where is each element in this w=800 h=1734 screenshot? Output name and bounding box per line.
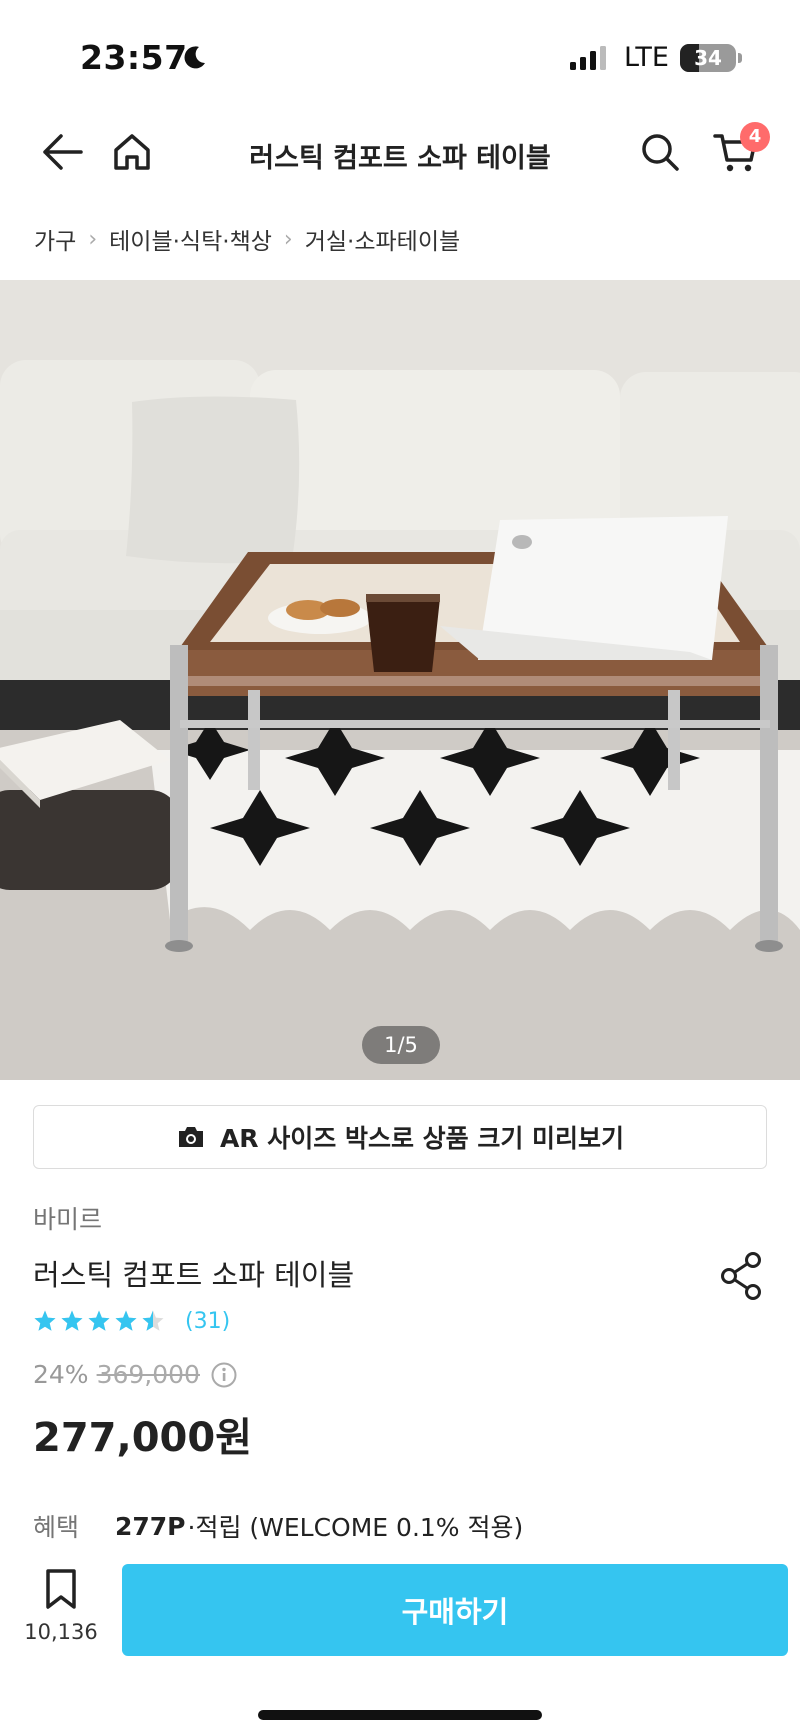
product-photo-illustration [0, 280, 800, 1080]
signal-icon [570, 46, 606, 70]
breadcrumb-item-category[interactable]: 가구 [34, 222, 76, 256]
image-counter: 1/5 [362, 1026, 440, 1064]
original-price: 369,000 [96, 1360, 200, 1389]
status-bar: 23:57 LTE 34 [0, 0, 800, 110]
breadcrumb-item-subcategory[interactable]: 테이블·식탁·책상 [109, 222, 272, 256]
buy-button[interactable]: 구매하기 [122, 1564, 788, 1656]
sale-price: 277,000원 [33, 1415, 252, 1461]
benefit-row: 혜택 277P ·적립 (WELCOME 0.1% 적용) [33, 1508, 523, 1544]
moon-icon [184, 46, 205, 69]
ar-size-preview-button[interactable]: AR 사이즈 박스로 상품 크기 미리보기 [33, 1105, 767, 1169]
product-image[interactable] [0, 280, 800, 1080]
home-icon [114, 134, 150, 170]
chevron-right-icon: › [88, 226, 98, 252]
star-icon [61, 1310, 83, 1331]
brand-name[interactable]: 바미르 [33, 1200, 102, 1236]
battery-level: 34 [694, 46, 722, 70]
product-name: 러스틱 컴포트 소파 테이블 [33, 1258, 355, 1292]
bookmark-icon [46, 1569, 76, 1609]
star-icon [88, 1310, 110, 1331]
bottom-bar: 10,136 구매하기 [0, 1560, 800, 1734]
app-header: 러스틱 컴포트 소파 테이블 4 [0, 110, 800, 200]
breadcrumb-item-current[interactable]: 거실·소파테이블 [305, 222, 460, 256]
benefit-text: ·적립 (WELCOME 0.1% 적용) [187, 1513, 524, 1542]
discount-rate: 24% [33, 1360, 89, 1389]
info-icon[interactable] [210, 1361, 238, 1389]
battery-cap [738, 53, 742, 63]
home-button[interactable] [104, 124, 160, 180]
ar-button-label: AR 사이즈 박스로 상품 크기 미리보기 [219, 1124, 625, 1153]
network-label: LTE [624, 42, 669, 73]
rating-count: (31) [185, 1308, 231, 1334]
star-icon [115, 1310, 137, 1331]
status-time: 23:57 [80, 38, 188, 77]
back-arrow-icon [43, 134, 83, 170]
benefit-points: 277P [115, 1511, 186, 1541]
rating-stars [34, 1310, 164, 1331]
bookmark-button[interactable]: 10,136 [22, 1568, 100, 1658]
star-icon [142, 1310, 164, 1331]
star-icon [34, 1310, 56, 1331]
search-button[interactable] [632, 124, 688, 180]
share-button[interactable] [716, 1250, 768, 1302]
bookmark-count: 10,136 [24, 1620, 98, 1644]
search-icon [642, 134, 679, 171]
battery-icon: 34 [680, 44, 736, 72]
breadcrumb: 가구 › 테이블·식탁·책상 › 거실·소파테이블 [34, 222, 460, 256]
home-indicator [258, 1710, 542, 1720]
back-button[interactable] [34, 124, 90, 180]
benefit-label: 혜택 [33, 1513, 80, 1542]
camera-icon [176, 1124, 206, 1150]
cart-badge: 4 [740, 122, 770, 152]
rating[interactable]: (31) [33, 1307, 230, 1335]
page-title: 러스틱 컴포트 소파 테이블 [249, 143, 551, 174]
discount-row: 24% 369,000 [33, 1360, 238, 1389]
chevron-right-icon: › [283, 226, 293, 252]
share-icon [721, 1252, 761, 1300]
